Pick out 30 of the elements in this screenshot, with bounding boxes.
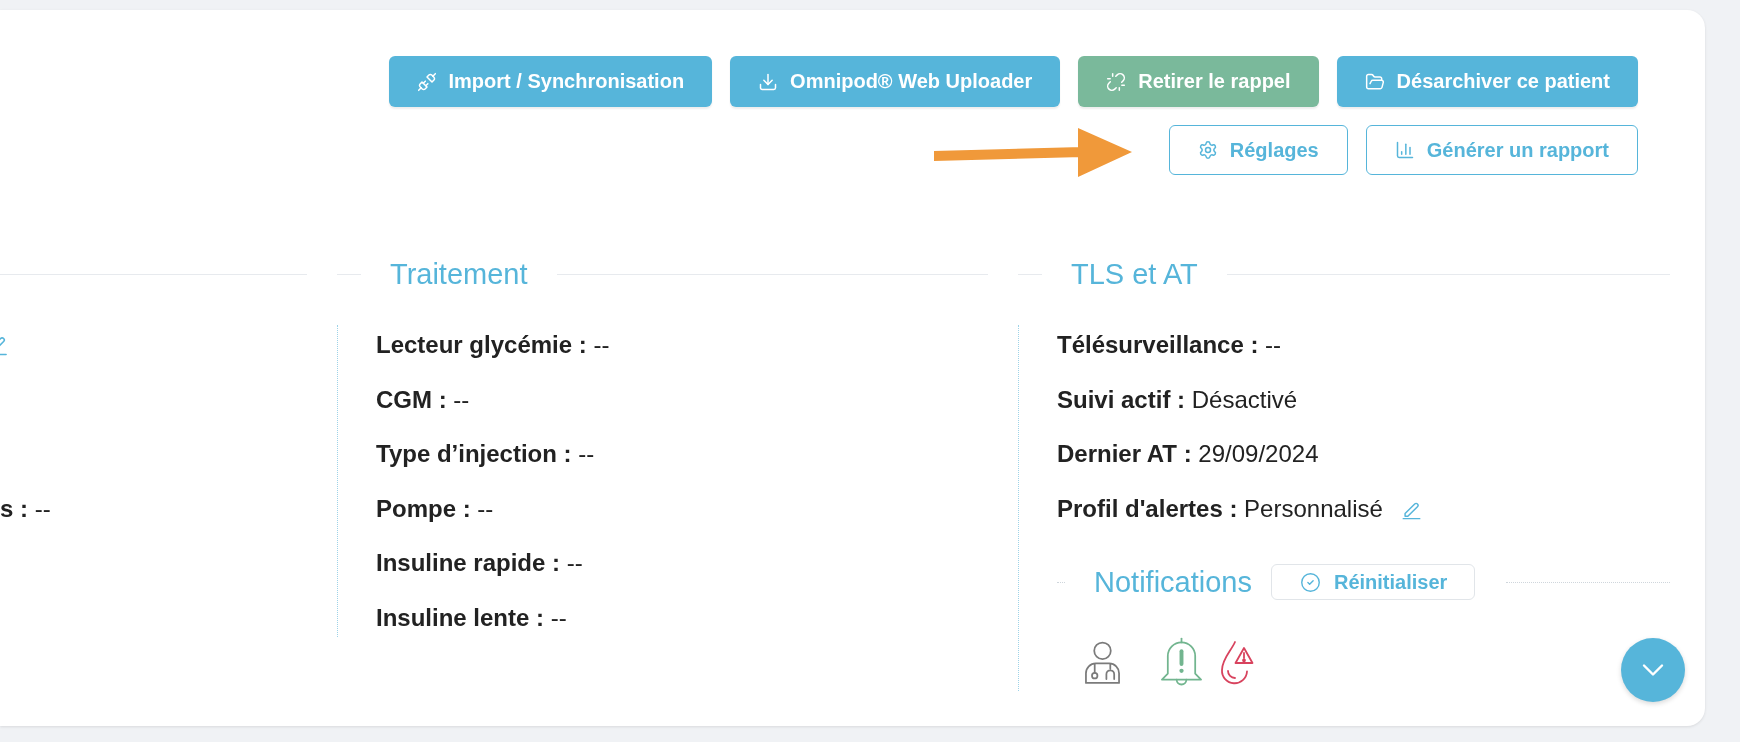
reset-button[interactable]: Réinitialiser (1270, 564, 1476, 600)
section-heading: TLS et AT (1070, 257, 1199, 292)
scroll-down-button[interactable] (1621, 638, 1685, 702)
action-button[interactable]: Générer un rapport (1365, 125, 1638, 175)
notifications-heading: Notifications (1093, 565, 1253, 600)
info-line: Profil d'alertes : Personnalisé (1057, 493, 1383, 524)
info-line: Télésurveillance : -- (1057, 330, 1282, 360)
info-line: Suivi actif : Désactivé (1057, 384, 1298, 415)
bar-chart-icon (1394, 140, 1415, 160)
info-line: Pompe : -- (376, 493, 494, 524)
action-button[interactable]: Retirer le rappel (1078, 56, 1319, 107)
download-icon (758, 71, 779, 92)
action-button[interactable]: Omnipod® Web Uploader (730, 56, 1061, 107)
folder-icon (1364, 71, 1385, 92)
section-heading: Traitement (389, 257, 529, 292)
action-button[interactable]: Réglages (1168, 125, 1348, 175)
broken-link-icon (1106, 71, 1127, 92)
edit-icon[interactable] (0, 334, 7, 356)
info-line: Lecteur glycémie : -- (376, 330, 610, 360)
info-line: Insuline rapide : -- (376, 548, 583, 578)
info-line: Dernier AT : 29/09/2024 (1057, 439, 1319, 469)
plug-icon (416, 71, 437, 92)
info-line: s : -- (0, 493, 51, 524)
settings-icon (1197, 140, 1218, 160)
info-line: Type d’injection : -- (376, 439, 595, 469)
check-circle-icon (1299, 571, 1321, 593)
action-button[interactable]: Désarchiver ce patient (1336, 56, 1638, 107)
action-button[interactable]: Import / Synchronisation (388, 56, 713, 107)
info-line: CGM : -- (376, 384, 470, 415)
info-line: Insuline lente : -- (376, 602, 567, 633)
